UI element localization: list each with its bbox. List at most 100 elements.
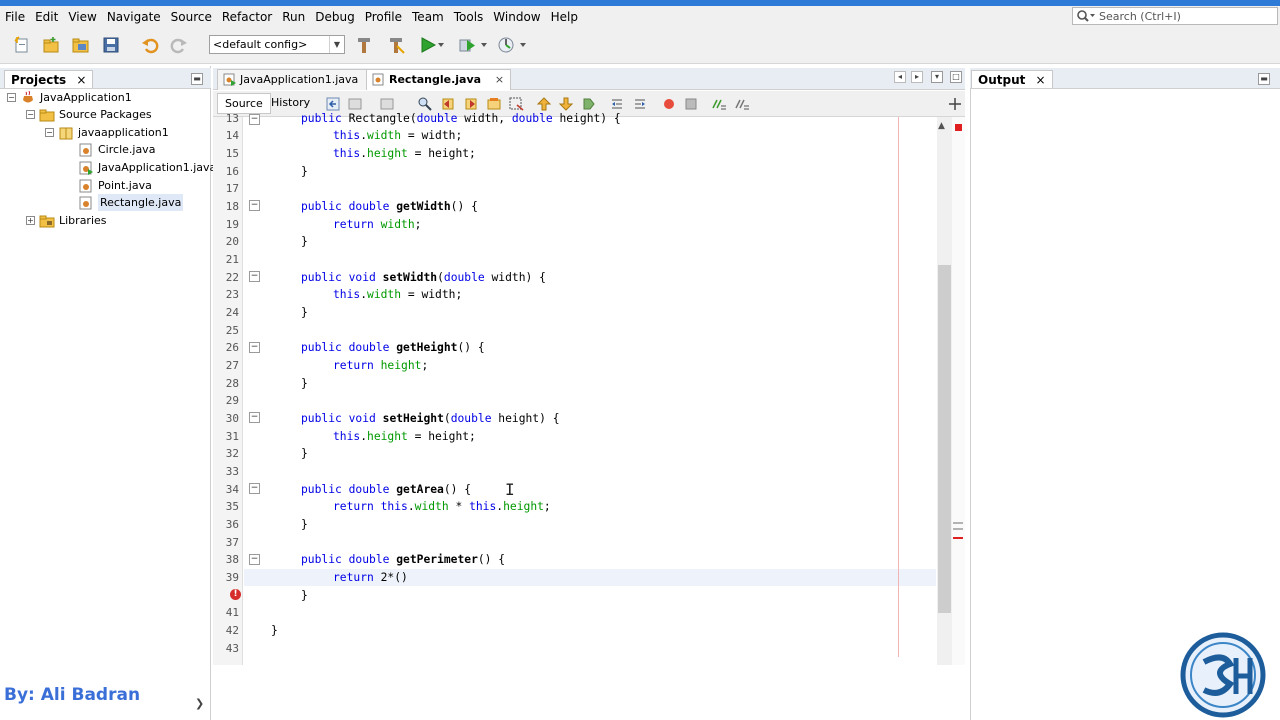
code-line: return 2*(): [333, 571, 408, 584]
menu-team[interactable]: Team: [407, 6, 449, 28]
search-box[interactable]: Search (Ctrl+I): [1072, 7, 1278, 25]
menu-run[interactable]: Run: [277, 6, 310, 28]
code-line: }: [301, 589, 308, 602]
java-project-icon: [20, 90, 36, 105]
mouse-text-cursor: I: [505, 480, 515, 499]
config-select[interactable]: <default config> ▼: [209, 35, 345, 54]
open-project-button[interactable]: [70, 34, 92, 56]
output-close-icon[interactable]: ×: [1036, 73, 1046, 87]
debug-menu-chevron-icon[interactable]: [478, 34, 490, 56]
run-menu-chevron-icon[interactable]: [435, 34, 447, 56]
menu-navigate[interactable]: Navigate: [102, 6, 166, 28]
clean-build-button[interactable]: [385, 34, 407, 56]
split-editor-icon[interactable]: [947, 96, 963, 112]
shift-right-icon[interactable]: [632, 96, 648, 112]
project-name: JavaApplication1: [40, 91, 132, 104]
line-number: 41: [225, 606, 239, 619]
new-file-button[interactable]: [11, 34, 33, 56]
line-number: 17: [225, 182, 239, 195]
menu-refactor[interactable]: Refactor: [217, 6, 277, 28]
error-stripe-mark[interactable]: [953, 537, 963, 539]
maximize-icon[interactable]: □: [950, 71, 962, 83]
redo-button[interactable]: [168, 34, 190, 56]
menu-profile[interactable]: Profile: [360, 6, 407, 28]
profile-menu-chevron-icon[interactable]: [517, 34, 529, 56]
save-all-button[interactable]: [100, 34, 122, 56]
search-placeholder: Search (Ctrl+I): [1099, 9, 1181, 23]
tab-close-icon[interactable]: ×: [495, 73, 504, 86]
tab-javaapplication1[interactable]: JavaApplication1.java ×: [217, 69, 388, 90]
error-stripe[interactable]: [952, 117, 965, 665]
fold-icon[interactable]: −: [249, 342, 260, 353]
code-line: }: [301, 518, 308, 531]
line-number: 42: [225, 624, 239, 637]
error-stripe-mark[interactable]: [953, 528, 963, 530]
line-number: 18: [225, 200, 239, 213]
fold-icon[interactable]: −: [249, 271, 260, 282]
debug-project-button[interactable]: [456, 34, 478, 56]
tree-file-point[interactable]: Point.java: [78, 177, 152, 194]
collapse-icon[interactable]: −: [26, 110, 35, 119]
tree-libraries[interactable]: + Libraries: [26, 212, 107, 229]
line-number: 25: [225, 324, 239, 337]
fold-icon[interactable]: −: [249, 114, 260, 125]
editor-scrollbar-thumb[interactable]: [938, 265, 951, 613]
menu-edit[interactable]: Edit: [30, 6, 63, 28]
comment-icon[interactable]: [711, 96, 727, 112]
right-margin-line: [898, 117, 899, 657]
projects-close-icon[interactable]: ×: [76, 73, 86, 87]
code-line: public void setHeight(double height) {: [301, 412, 560, 425]
code-line: public Rectangle(double width, double he…: [301, 112, 621, 125]
channel-logo-icon: [1180, 632, 1266, 718]
menu-tools[interactable]: Tools: [449, 6, 489, 28]
collapse-icon[interactable]: −: [7, 93, 16, 102]
tree-file-javaapplication1[interactable]: JavaApplication1.java: [78, 159, 216, 176]
menu-view[interactable]: View: [63, 6, 101, 28]
scroll-tabs-left-icon[interactable]: ◂: [894, 71, 906, 83]
error-stripe-mark[interactable]: [953, 522, 963, 524]
profile-project-button[interactable]: [495, 34, 517, 56]
tree-package[interactable]: − javaapplication1: [45, 124, 169, 141]
projects-minimize-icon[interactable]: ▬: [191, 73, 203, 85]
error-icon[interactable]: !: [230, 589, 241, 600]
output-minimize-icon[interactable]: ▬: [1258, 73, 1270, 85]
line-number: 27: [225, 359, 239, 372]
scroll-up-icon[interactable]: ▲: [938, 121, 945, 131]
fold-icon[interactable]: −: [249, 412, 260, 423]
fold-icon[interactable]: −: [249, 554, 260, 565]
start-macro-icon[interactable]: [661, 96, 677, 112]
new-project-button[interactable]: [40, 34, 62, 56]
line-number: 22: [225, 271, 239, 284]
projects-tab[interactable]: Projects ×: [4, 70, 94, 88]
fold-icon[interactable]: −: [249, 483, 260, 494]
build-button[interactable]: [353, 34, 375, 56]
fold-icon[interactable]: −: [249, 200, 260, 211]
scroll-right-icon[interactable]: ❯: [195, 697, 204, 710]
line-number: 39: [225, 571, 239, 584]
menu-file[interactable]: File: [0, 6, 30, 28]
code-line: }: [301, 377, 308, 390]
output-tab-label: Output: [978, 73, 1026, 87]
tree-file-circle[interactable]: Circle.java: [78, 141, 155, 158]
uncomment-icon[interactable]: [734, 96, 750, 112]
undo-button[interactable]: [139, 34, 161, 56]
expand-icon[interactable]: +: [26, 216, 35, 225]
output-tab[interactable]: Output ×: [971, 70, 1053, 88]
tree-file-rectangle[interactable]: Rectangle.java: [78, 194, 184, 211]
menu-help[interactable]: Help: [546, 6, 583, 28]
line-number: 23: [225, 288, 239, 301]
tab-list-icon[interactable]: ▾: [931, 71, 943, 83]
menu-source[interactable]: Source: [166, 6, 217, 28]
tree-project[interactable]: − JavaApplication1: [7, 89, 132, 106]
stop-macro-icon[interactable]: [683, 96, 699, 112]
java-main-file-icon: [78, 161, 94, 175]
line-number: 13: [225, 112, 239, 125]
scroll-tabs-right-icon[interactable]: ▸: [911, 71, 923, 83]
menu-debug[interactable]: Debug: [310, 6, 359, 28]
code-line: }: [271, 624, 278, 637]
line-number: 21: [225, 253, 239, 266]
tree-source-packages[interactable]: − Source Packages: [26, 106, 152, 123]
collapse-icon[interactable]: −: [45, 128, 54, 137]
tab-rectangle[interactable]: Rectangle.java ×: [366, 69, 512, 90]
menu-window[interactable]: Window: [488, 6, 545, 28]
